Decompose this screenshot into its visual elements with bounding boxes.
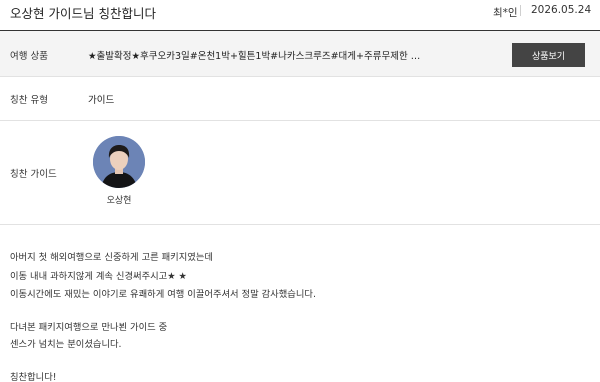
review-text-line: 센스가 넘치는 분이셨습니다.	[10, 339, 122, 350]
guide-photo-icon	[93, 136, 145, 188]
view-product-button[interactable]: 상품보기	[512, 43, 585, 67]
review-text-line: 아버지 첫 해외여행으로 신중하게 고른 패키지였는데	[10, 252, 213, 263]
product-label: 여행 상품	[10, 51, 48, 62]
review-header: 오상현 가이드님 칭찬합니다 최*인 2026.05.24	[0, 0, 600, 30]
guide-name: 오상현	[106, 196, 132, 206]
praise-type-label: 칭찬 유형	[10, 95, 48, 106]
guide-avatar	[93, 136, 145, 188]
review-info-table: 여행 상품 ★출발확정★후쿠오카3일#온천1박+힐튼1박#나카스크루즈#대게+주…	[0, 30, 600, 225]
praise-type-row: 칭찬 유형 가이드	[0, 76, 600, 120]
review-date: 2026.05.24	[531, 4, 592, 16]
author-name: 최*인	[493, 7, 518, 19]
review-text-line: 이동 내내 과하지않게 계속 신경써주시고★ ★	[10, 271, 187, 282]
review-title: 오상현 가이드님 칭찬합니다	[10, 6, 156, 21]
review-text-line: 칭찬합니다!	[10, 372, 57, 382]
praise-type-value: 가이드	[88, 95, 115, 106]
review-text-line: 다녀본 패키지여행으로 만나뵌 가이드 중	[10, 322, 168, 333]
review-text-line: 이동시간에도 재밌는 이야기로 유쾌하게 여행 이끌어주셔서 정말 감사했습니다…	[10, 289, 316, 300]
praise-guide-label: 칭찬 가이드	[10, 169, 57, 180]
praise-guide-row: 칭찬 가이드 오상현	[0, 120, 600, 225]
product-name: ★출발확정★후쿠오카3일#온천1박+힐튼1박#나카스크루즈#대게+주류무제한 #…	[88, 51, 428, 62]
meta-divider	[520, 5, 521, 16]
product-row: 여행 상품 ★출발확정★후쿠오카3일#온천1박+힐튼1박#나카스크루즈#대게+주…	[0, 31, 600, 76]
